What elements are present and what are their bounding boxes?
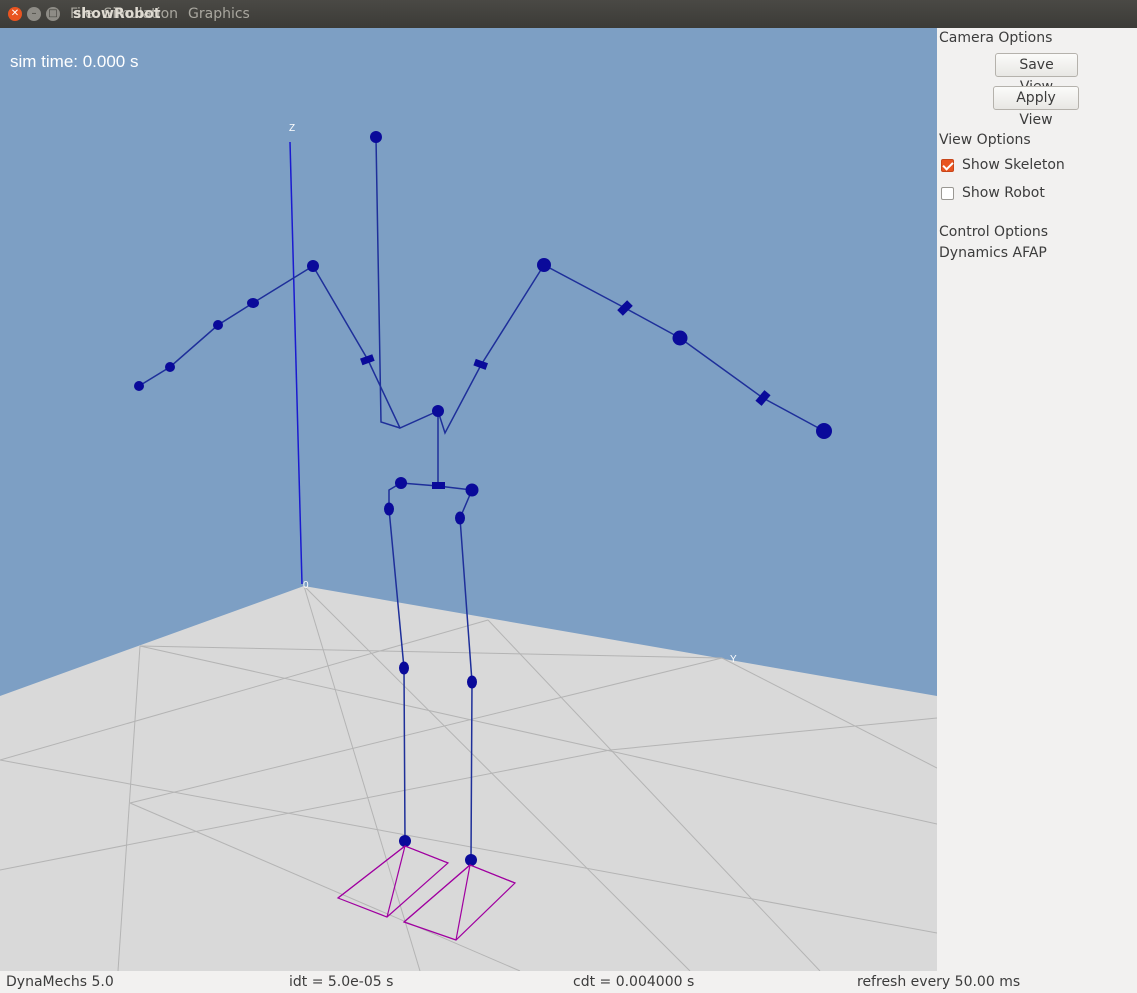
show-skeleton-checkbox[interactable]: [941, 158, 954, 172]
control-options-label: Control Options: [939, 224, 1049, 240]
joint-right-wrist: [755, 390, 771, 406]
joint-left-shoulder: [307, 260, 319, 272]
apply-view-button[interactable]: Apply View: [993, 86, 1079, 128]
show-robot-checkbox[interactable]: [941, 186, 954, 200]
origin-label: 0: [303, 580, 309, 591]
scene-canvas: Z 0 Y: [0, 123, 937, 971]
joint-right-ankle: [465, 854, 477, 866]
view-options-label: View Options: [939, 132, 1031, 148]
status-version: DynaMechs 5.0: [6, 974, 114, 990]
show-robot-row[interactable]: Show Robot: [941, 185, 1045, 201]
joint-right-clavicle: [473, 358, 489, 370]
z-axis-label: Z: [289, 123, 295, 134]
options-panel: Camera Options Save View Apply View View…: [937, 28, 1137, 971]
joint-chest: [432, 405, 444, 417]
menu-graphics[interactable]: Graphics: [188, 6, 250, 22]
y-axis-label: Y: [730, 654, 737, 665]
show-skeleton-label: Show Skeleton: [962, 157, 1065, 173]
joint-left-wrist: [165, 362, 175, 372]
left-arm-link: [138, 264, 825, 435]
joint-right-forearm: [672, 330, 688, 346]
joint-left-forearm: [213, 320, 223, 330]
z-axis-line: [289, 141, 303, 585]
joint-left-clavicle: [360, 354, 375, 366]
title-bar: ✕ – □ File Simulation Graphics showRobot: [0, 0, 1137, 28]
maximize-window-icon[interactable]: □: [46, 7, 60, 21]
joint-right-shoulder: [537, 258, 551, 272]
save-view-button[interactable]: Save View: [995, 53, 1078, 95]
dynamics-mode-label: Dynamics AFAP: [939, 245, 1047, 261]
joint-pelvis: [432, 482, 445, 489]
joint-right-hand: [816, 423, 832, 439]
show-skeleton-row[interactable]: Show Skeleton: [941, 157, 1065, 173]
joint-right-elbow: [617, 300, 633, 316]
neck-link: [375, 137, 401, 429]
joint-left-ankle: [399, 835, 411, 847]
minimize-window-icon[interactable]: –: [27, 7, 41, 21]
joint-left-hip: [395, 477, 407, 489]
joint-right-thigh: [455, 511, 465, 525]
camera-options-label: Camera Options: [939, 30, 1053, 46]
joint-left-knee: [399, 661, 409, 675]
joint-head: [370, 131, 382, 143]
window-title: showRobot: [73, 6, 161, 22]
sim-time-readout: sim time: 0.000 s: [10, 52, 139, 71]
joint-left-elbow: [247, 298, 259, 308]
joint-right-knee: [467, 675, 477, 689]
status-idt: idt = 5.0e-05 s: [289, 974, 394, 990]
close-window-icon[interactable]: ✕: [8, 7, 22, 21]
3d-viewport[interactable]: Z 0 Y sim time: 0.000 s: [0, 28, 937, 971]
status-cdt: cdt = 0.004000 s: [573, 974, 695, 990]
show-robot-label: Show Robot: [962, 185, 1045, 201]
joint-right-hip: [465, 483, 479, 497]
status-refresh: refresh every 50.00 ms: [857, 974, 1021, 990]
status-bar: DynaMechs 5.0 idt = 5.0e-05 s cdt = 0.00…: [0, 971, 1137, 993]
joint-left-thigh: [384, 502, 394, 516]
joint-left-hand: [134, 381, 144, 391]
